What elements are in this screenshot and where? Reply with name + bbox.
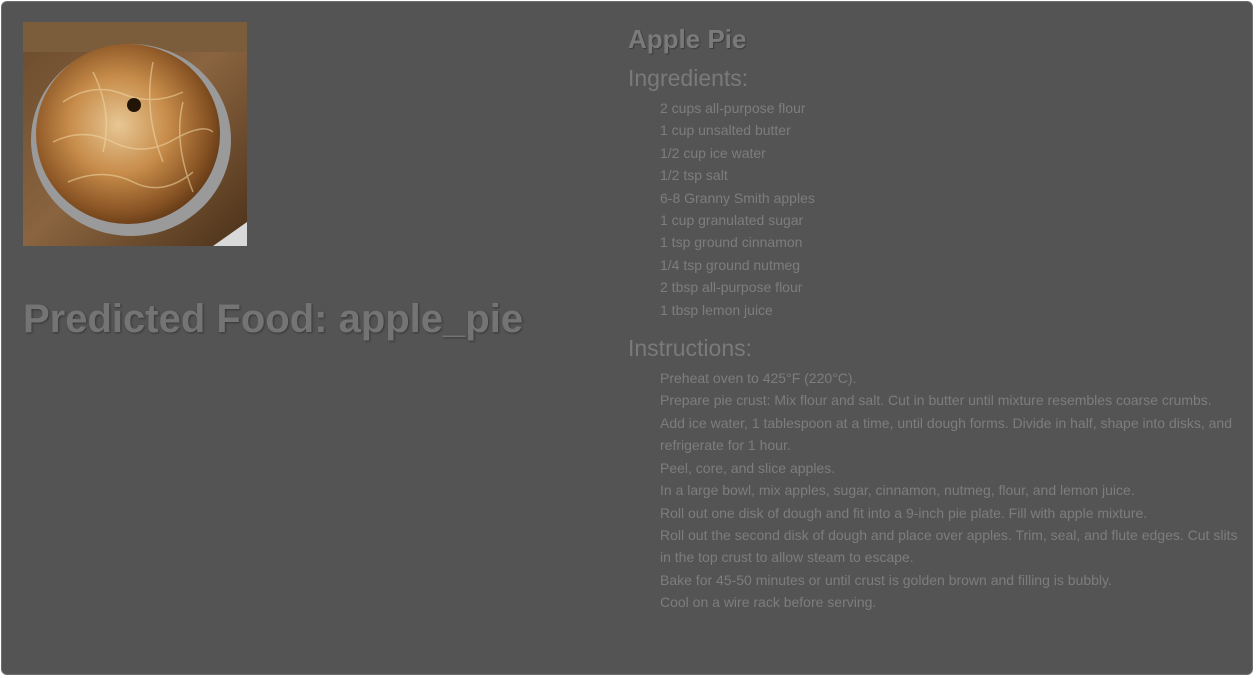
- app-window: Predicted Food: apple_pie Apple Pie Ingr…: [1, 1, 1253, 675]
- food-image: [23, 22, 247, 246]
- ingredients-heading: Ingredients:: [628, 65, 749, 91]
- ingredient-item: 1/2 tsp salt: [660, 167, 728, 184]
- instructions-heading: Instructions:: [628, 335, 752, 362]
- instruction-step: Preheat oven to 425°F (220°C).: [660, 370, 857, 387]
- ingredient-item: 2 tbsp all-purpose flour: [660, 279, 803, 296]
- instruction-step: Peel, core, and slice apples.: [660, 459, 836, 476]
- instruction-step: Roll out the second disk of dough and pl…: [660, 526, 1238, 566]
- apple-pie-image: [23, 22, 247, 246]
- ingredients-list: 2 cups all-purpose flour 1 cup unsalted …: [628, 97, 1240, 321]
- instructions-list: Preheat oven to 425°F (220°C). Prepare p…: [628, 367, 1240, 613]
- prediction-panel: Predicted Food: apple_pie: [23, 22, 583, 341]
- instruction-step: Add ice water, 1 tablespoon at a time, u…: [660, 414, 1232, 454]
- instruction-step: In a large bowl, mix apples, sugar, cinn…: [660, 482, 1135, 499]
- instruction-step: Roll out one disk of dough and fit into …: [660, 504, 1148, 521]
- ingredient-item: 1/2 cup ice water: [660, 144, 766, 161]
- instruction-step: Cool on a wire rack before serving.: [660, 594, 877, 611]
- predicted-food-label: Predicted Food: apple_pie: [23, 297, 524, 341]
- ingredient-item: 1 cup granulated sugar: [660, 212, 804, 229]
- instruction-step: Bake for 45-50 minutes or until crust is…: [660, 571, 1112, 588]
- ingredient-item: 1 tsp ground cinnamon: [660, 234, 803, 251]
- recipe-panel: Apple Pie Ingredients: 2 cups all-purpos…: [628, 22, 1240, 614]
- ingredient-item: 6-8 Granny Smith apples: [660, 189, 815, 206]
- ingredient-item: 1 cup unsalted butter: [660, 122, 791, 139]
- ingredient-item: 1 tbsp lemon juice: [660, 301, 773, 318]
- ingredient-item: 1/4 tsp ground nutmeg: [660, 256, 801, 273]
- instruction-step: Prepare pie crust: Mix flour and salt. C…: [660, 392, 1212, 409]
- recipe-title: Apple Pie: [628, 24, 747, 54]
- ingredient-item: 2 cups all-purpose flour: [660, 100, 806, 116]
